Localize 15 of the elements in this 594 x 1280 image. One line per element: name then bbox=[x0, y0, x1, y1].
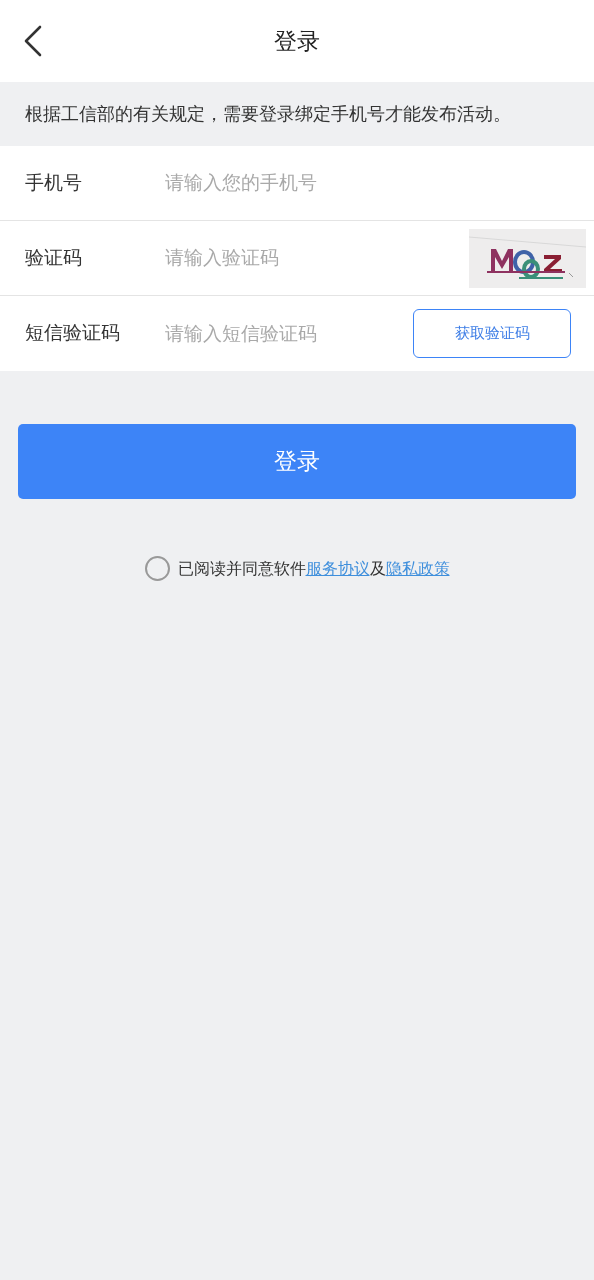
agreement-text: 已阅读并同意软件服务协议及隐私政策 bbox=[177, 558, 450, 579]
agreement-checkbox[interactable] bbox=[144, 556, 170, 581]
field-label: 手机号 bbox=[25, 170, 83, 195]
notice-text: 根据工信部的有关规定，需要登录绑定手机号才能发布活动。 bbox=[24, 102, 512, 126]
get-code-button[interactable]: 获取验证码 bbox=[413, 309, 571, 358]
input-field[interactable]: 请输入短信验证码 bbox=[165, 313, 413, 354]
agreement-link[interactable]: 隐私政策 bbox=[385, 559, 450, 577]
back-icon bbox=[23, 25, 43, 57]
field-label: 短信验证码 bbox=[25, 321, 121, 346]
input-field[interactable]: 请输入验证码 bbox=[165, 238, 469, 278]
login-button[interactable]: 登录 bbox=[18, 424, 576, 499]
field-label: 验证码 bbox=[25, 245, 83, 270]
page-title: 登录 bbox=[274, 26, 320, 56]
input-field[interactable]: 请输入您的手机号 bbox=[165, 163, 586, 203]
agreement-link[interactable]: 服务协议 bbox=[305, 559, 370, 577]
